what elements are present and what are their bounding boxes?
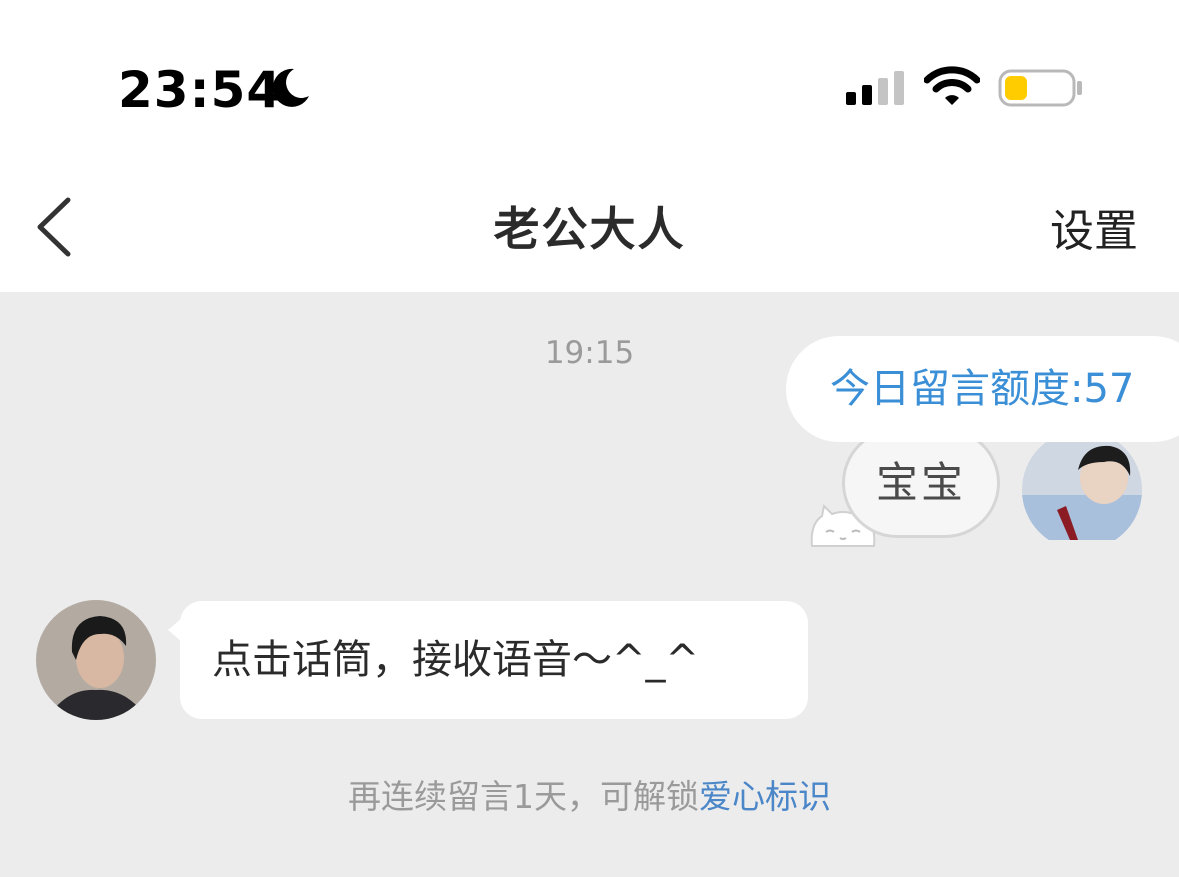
my-message-bubble[interactable]: 宝宝 (842, 428, 1000, 538)
page-title: 老公大人 (493, 202, 686, 256)
signal-icon (846, 71, 904, 105)
contact-message-bubble[interactable]: 点击话筒，接收语音～^_^ (180, 601, 808, 719)
my-avatar[interactable] (1022, 440, 1142, 540)
unlock-hint-text: 再连续留言1天，可解锁 (348, 777, 699, 816)
wifi-icon (924, 66, 980, 105)
heart-badge-link[interactable]: 爱心标识 (699, 777, 831, 816)
moon-icon (272, 68, 309, 107)
status-time: 23:54 (118, 61, 283, 119)
battery-icon (998, 69, 1082, 107)
contact-avatar[interactable] (36, 600, 156, 720)
settings-button[interactable]: 设置 (1050, 202, 1138, 262)
unlock-hint: 再连续留言1天，可解锁爱心标识 (0, 774, 1179, 820)
message-quota-banner[interactable]: 今日留言额度:57 (786, 336, 1179, 442)
